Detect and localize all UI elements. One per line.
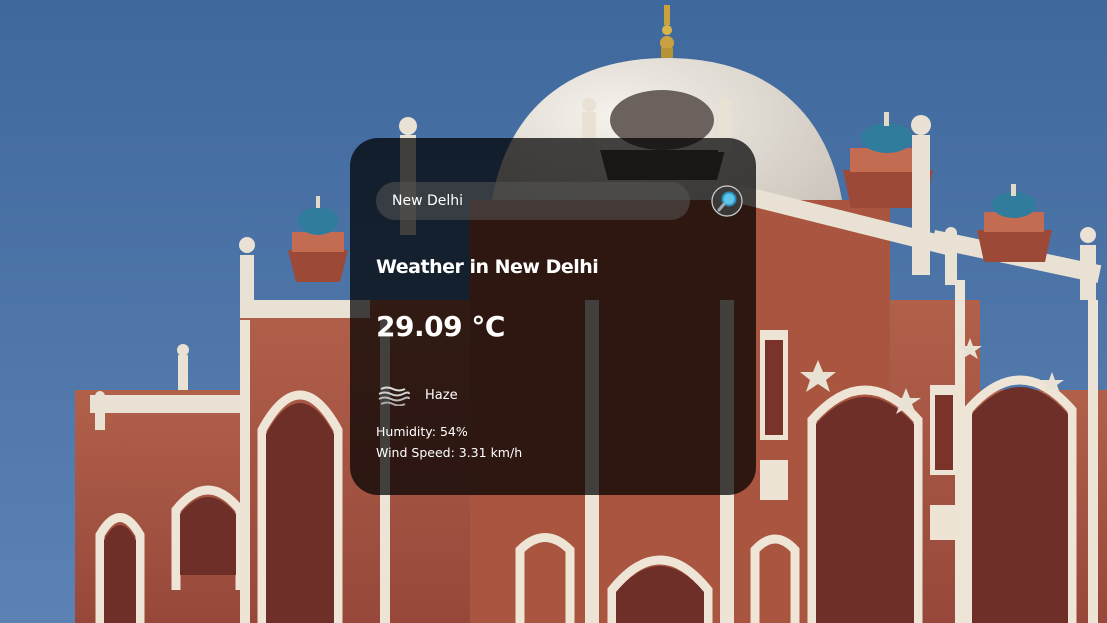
weather-title: Weather in New Delhi — [376, 256, 599, 278]
haze-icon — [378, 386, 410, 406]
condition-row: Haze — [376, 384, 458, 406]
condition-label: Haze — [425, 387, 458, 403]
search-icon — [711, 185, 743, 217]
search-button[interactable] — [711, 185, 743, 217]
humidity-text: Humidity: 54% — [376, 424, 468, 439]
weather-card: Weather in New Delhi 29.09 °C Haze Humid… — [350, 138, 756, 495]
wind-speed-text: Wind Speed: 3.31 km/h — [376, 445, 523, 460]
city-search-input[interactable] — [376, 182, 690, 220]
search-bar — [376, 182, 744, 220]
temperature-value: 29.09 °C — [376, 310, 505, 343]
